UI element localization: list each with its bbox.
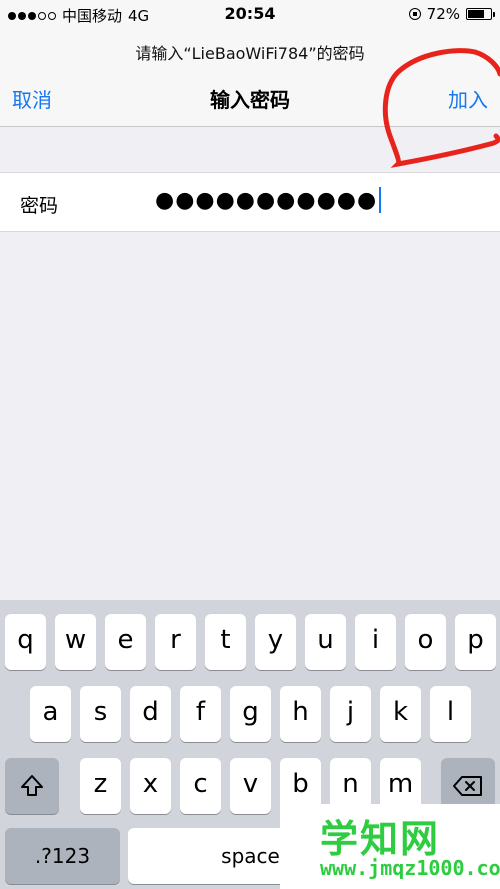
key-label: s — [93, 697, 108, 727]
key-label: l — [446, 697, 455, 727]
watermark-url: www.jmqz1000.com — [320, 856, 500, 880]
key-t[interactable]: t — [205, 614, 246, 670]
key-label: r — [170, 625, 181, 655]
key-a[interactable]: a — [30, 686, 71, 742]
key-z[interactable]: z — [80, 758, 121, 814]
text-cursor — [379, 187, 382, 213]
key-label: o — [417, 625, 434, 655]
password-prompt: 请输入“LieBaoWiFi784”的密码 — [135, 44, 365, 63]
key-label: n — [342, 769, 359, 799]
key-l[interactable]: l — [430, 686, 471, 742]
shift-key[interactable] — [5, 758, 59, 814]
watermark: 学知网 www.jmqz1000.com — [280, 804, 500, 889]
key-x[interactable]: x — [130, 758, 171, 814]
watermark-text: 学知网 — [320, 817, 441, 861]
password-masked-value: ●●●●●●●●●●● — [155, 187, 378, 213]
key-o[interactable]: o — [405, 614, 446, 670]
battery-percent: 72% — [426, 5, 460, 23]
key-label: z — [93, 769, 108, 799]
key-f[interactable]: f — [180, 686, 221, 742]
key-label: i — [371, 625, 380, 655]
key-c[interactable]: c — [180, 758, 221, 814]
backspace-icon — [453, 776, 482, 796]
key-label: w — [64, 625, 87, 655]
shift-arrow-icon — [21, 775, 43, 796]
status-bar: 中国移动 4G 20:54 72% — [0, 0, 500, 28]
key-p[interactable]: p — [455, 614, 496, 670]
key-j[interactable]: j — [330, 686, 371, 742]
key-label: u — [317, 625, 334, 655]
key-e[interactable]: e — [105, 614, 146, 670]
password-label: 密码 — [20, 195, 59, 217]
password-input[interactable]: ●●●●●●●●●●● — [155, 187, 382, 213]
key-label: h — [292, 697, 309, 727]
key-label: e — [117, 625, 134, 655]
password-row[interactable]: 密码 ●●●●●●●●●●● — [0, 172, 500, 232]
key-label: t — [220, 625, 231, 655]
key-label: a — [42, 697, 59, 727]
page-title: 输入密码 — [210, 88, 290, 112]
key-h[interactable]: h — [280, 686, 321, 742]
numbers-key-label: .?123 — [34, 844, 91, 868]
key-w[interactable]: w — [55, 614, 96, 670]
join-button[interactable]: 加入 — [448, 84, 488, 113]
key-label: j — [346, 697, 355, 727]
key-label: x — [142, 769, 159, 799]
key-u[interactable]: u — [305, 614, 346, 670]
key-s[interactable]: s — [80, 686, 121, 742]
key-label: m — [387, 769, 414, 799]
key-label: b — [292, 769, 309, 799]
key-label: k — [392, 697, 409, 727]
nav-bar: 请输入“LieBaoWiFi784”的密码 取消 输入密码 加入 — [0, 28, 500, 127]
key-label: f — [195, 697, 206, 727]
key-i[interactable]: i — [355, 614, 396, 670]
numbers-key[interactable]: .?123 — [5, 828, 120, 884]
key-label: g — [242, 697, 259, 727]
key-label: d — [142, 697, 159, 727]
key-label: v — [242, 769, 259, 799]
battery-icon — [466, 8, 495, 20]
key-label: q — [17, 625, 34, 655]
key-r[interactable]: r — [155, 614, 196, 670]
key-label: p — [467, 625, 484, 655]
key-label: c — [193, 769, 208, 799]
key-k[interactable]: k — [380, 686, 421, 742]
key-g[interactable]: g — [230, 686, 271, 742]
key-q[interactable]: q — [5, 614, 46, 670]
key-label: y — [267, 625, 284, 655]
status-right: 72% — [408, 5, 495, 23]
rotation-lock-icon — [408, 8, 421, 20]
key-v[interactable]: v — [230, 758, 271, 814]
key-d[interactable]: d — [130, 686, 171, 742]
key-y[interactable]: y — [255, 614, 296, 670]
